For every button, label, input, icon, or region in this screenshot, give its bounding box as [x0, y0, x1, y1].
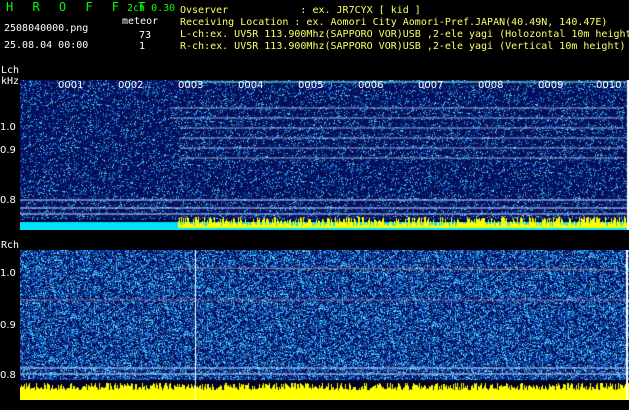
segment-label: 0006 [358, 80, 384, 91]
rch-label: Rch [1, 240, 20, 251]
meteor-count-rch: 1 [139, 41, 146, 52]
rch-info-line: R-ch:ex. UV5R 113.900Mhz(SAPPORO VOR)USB… [180, 41, 626, 52]
segment-label: 0005 [298, 80, 324, 91]
segment-label: 0009 [538, 80, 564, 91]
rch-spectrogram-canvas [20, 250, 629, 400]
lch-spectrogram [20, 80, 629, 230]
lch-tick-0-9: 0.9 [0, 145, 16, 156]
filename-label: 2508040000.png [4, 23, 89, 34]
lch-unit: kHz [1, 76, 20, 87]
location-line: Receiving Location : ex. Aomori City Aom… [180, 17, 608, 28]
version-label: 2ch 0.30 [127, 3, 176, 14]
datetime-label: 25.08.04 00:00 [4, 40, 89, 51]
observer-line: Ovserver : ex. JR7CYX [ kid ] [180, 5, 421, 16]
segment-label: 0008 [478, 80, 504, 91]
rch-tick-1-0: 1.0 [0, 268, 16, 279]
segment-label: 0002 [118, 80, 144, 91]
lch-tick-0-8: 0.8 [0, 195, 16, 206]
segment-label: 0001 [58, 80, 84, 91]
segment-label: 0003 [178, 80, 204, 91]
meteor-label: meteor [122, 16, 159, 27]
rch-tick-0-9: 0.9 [0, 320, 16, 331]
segment-label: 0004 [238, 80, 264, 91]
lch-label: Lch [1, 65, 20, 76]
lch-tick-1-0: 1.0 [0, 122, 16, 133]
segment-label: 0007 [418, 80, 444, 91]
lch-spectrogram-canvas [20, 80, 629, 230]
segment-label: 0010 [596, 80, 622, 91]
rch-spectrogram [20, 250, 629, 400]
lch-info-line: L-ch:ex. UV5R 113.900Mhz(SAPPORO VOR)USB… [180, 29, 629, 40]
meteor-count-lch: 73 [139, 30, 152, 41]
rch-tick-0-8: 0.8 [0, 370, 16, 381]
